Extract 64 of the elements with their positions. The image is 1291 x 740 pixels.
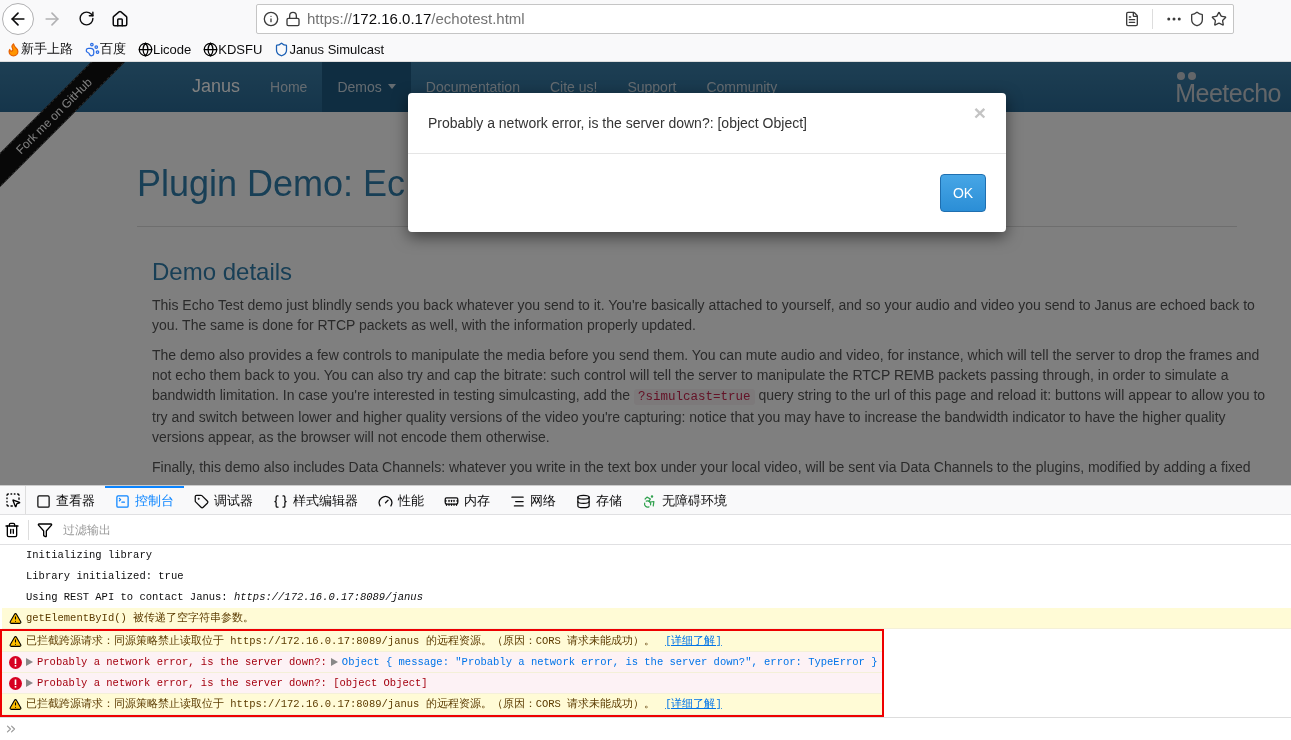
paragraph: This Echo Test demo just blindly sends you back whatever you send to it. You're basically attached to yourself, and so your audio and video you send to Janus are echoed back to you. The same is done for RTCP packets as well, with the information properly updated.	[152, 295, 1256, 335]
devtools-tab[interactable]: 性能	[368, 486, 434, 514]
console-message: Initializing library	[26, 549, 153, 561]
paragraph: Finally, this demo also includes Data Channels: whatever you write in the text box under your local video, will be sent via Data Channels to the plugins, modified by adding a fixed	[152, 457, 1252, 477]
console-message: getElementById() 被传递了空字符串参数。	[26, 611, 255, 625]
expand-triangle-icon[interactable]	[330, 658, 338, 666]
warning-icon	[8, 611, 22, 625]
shield-icon	[274, 41, 290, 57]
expand-triangle-icon[interactable]	[26, 679, 33, 687]
devtools-tab[interactable]: 控制台	[105, 486, 184, 514]
devtools-tab[interactable]: 查看器	[26, 486, 105, 514]
warning-icon	[8, 634, 22, 648]
error-icon	[8, 676, 22, 690]
tag-icon	[194, 493, 209, 509]
square-icon	[36, 493, 51, 509]
error-icon	[8, 655, 22, 669]
element-picker-icon	[4, 492, 21, 508]
reload-icon	[77, 10, 95, 28]
logo-dots-icon	[1176, 71, 1199, 80]
url-field[interactable]: https://172.16.0.17/echotest.html	[256, 3, 1234, 34]
devtools-tab[interactable]: 网络	[500, 486, 566, 514]
console-message: 已拦截跨源请求：同源策略禁止读取位于 https://172.16.0.17:8089/janus 的远程资源。（原因：CORS 请求未能成功）。	[26, 634, 656, 648]
object-preview[interactable]: Object { message: "Probably a network error, is the server down?", error: TypeError }	[341, 656, 878, 668]
devtools-tab[interactable]: 样式编辑器	[263, 486, 368, 514]
console-message: 已拦截跨源请求：同源策略禁止读取位于 https://172.16.0.17:8089/janus 的远程资源。（原因：CORS 请求未能成功）。	[26, 697, 656, 711]
braces-icon	[273, 493, 288, 509]
console-message: Probably a network error, is the server down?:	[37, 656, 327, 668]
learn-more-link[interactable]: [详细了解]	[665, 697, 722, 711]
devtools-tab[interactable]: 无障碍环境	[632, 486, 737, 514]
star-icon[interactable]	[1211, 10, 1227, 27]
devtools-tab[interactable]: 调试器	[184, 486, 263, 514]
paw-icon	[85, 41, 100, 57]
expand-triangle-icon[interactable]	[26, 658, 33, 666]
bookmark-link[interactable]: Janus Simulcast	[289, 41, 385, 57]
learn-more-link[interactable]: [详细了解]	[665, 634, 722, 648]
bookmark-link[interactable]: 新手上路	[21, 40, 73, 59]
warning-icon	[8, 697, 22, 711]
devtools-tab[interactable]: 内存	[434, 486, 500, 514]
bookmark-link[interactable]: KDSFU	[218, 41, 263, 57]
paragraph: The demo also provides a few controls to manipulate the media before you send them. You can mute audio and video, for instance, which will tell the server to drop the frames and not echo them back to you. You can also try and cap the bitrate: such control will tell the server to manipulate the RTCP REMB packets passing through, in order to simulate a bandwidth limitation. In case you're interested in testing simulcasting, add the ?simulcast=true query string to the url of this page and reload it: buttons will appear to allow you to try and switch between lower and higher quality versions of the video you're capturing: notice that you may have to increase the bandwidth indicator to have the higher quality versions appear, as the browser will not encode them otherwise.	[152, 345, 1267, 447]
section-title: Demo details	[152, 256, 294, 287]
dialog-message: Probably a network error, is the server down?: [object Object]	[428, 114, 807, 131]
lock-icon[interactable]	[285, 10, 301, 27]
flame-icon	[6, 41, 21, 57]
bookmark-link[interactable]: 百度	[100, 40, 126, 59]
devtools-tab[interactable]: 存储	[566, 486, 632, 514]
console-message: Library initialized: true	[26, 570, 184, 582]
filter-icon[interactable]	[37, 521, 53, 538]
console-message: Using REST API to contact Janus: https://172.16.0.17:8089/janus	[26, 591, 423, 603]
globe-icon	[203, 41, 219, 57]
shield-icon[interactable]	[1189, 10, 1205, 27]
home-icon	[111, 9, 129, 28]
lines-icon	[510, 493, 525, 509]
back-button[interactable]	[2, 2, 34, 35]
trash-icon[interactable]	[4, 521, 20, 538]
gauge-icon	[378, 493, 393, 509]
terminal-icon	[115, 493, 130, 509]
console-message: Probably a network error, is the server down?: [object Object]	[37, 677, 428, 689]
logo-text: Meetecho	[1175, 79, 1281, 106]
globe-icon	[138, 41, 153, 57]
reader-icon[interactable]	[1124, 10, 1140, 27]
bookmark-link[interactable]: Licode	[153, 41, 192, 57]
info-icon[interactable]	[263, 10, 279, 27]
database-icon	[576, 493, 591, 509]
